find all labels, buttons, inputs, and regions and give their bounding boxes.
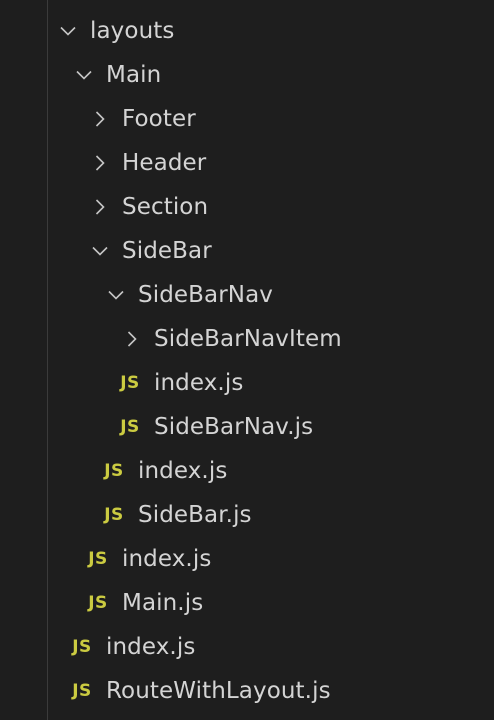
tree-folder-section[interactable]: Section bbox=[0, 185, 494, 229]
tree-item-label: Main.js bbox=[122, 590, 204, 616]
tree-folder-footer[interactable]: Footer bbox=[0, 97, 494, 141]
tree-item-label: RouteWithLayout.js bbox=[106, 678, 331, 704]
tree-folder-sidebarnav[interactable]: SideBarNav bbox=[0, 273, 494, 317]
chevron-right-icon bbox=[120, 317, 144, 361]
tree-file-main-index-js[interactable]: JS index.js bbox=[0, 537, 494, 581]
js-file-icon: JS bbox=[88, 593, 108, 613]
chevron-down-icon bbox=[104, 273, 128, 317]
chevron-right-icon bbox=[88, 185, 112, 229]
tree-item-label: SideBarNav bbox=[138, 282, 273, 308]
tree-file-routewithlayout-js[interactable]: JS RouteWithLayout.js bbox=[0, 669, 494, 713]
tree-file-sidebar-index-js[interactable]: JS index.js bbox=[0, 449, 494, 493]
tree-file-sidebar-js[interactable]: JS SideBar.js bbox=[0, 493, 494, 537]
tree-item-label: Section bbox=[122, 194, 209, 220]
chevron-down-icon bbox=[88, 229, 112, 273]
tree-item-label: SideBar bbox=[122, 238, 212, 264]
js-file-icon: JS bbox=[104, 505, 124, 525]
js-file-icon: JS bbox=[104, 461, 124, 481]
tree-item-label: Header bbox=[122, 150, 207, 176]
tree-folder-main[interactable]: Main bbox=[0, 53, 494, 97]
js-file-icon: JS bbox=[120, 417, 140, 437]
file-explorer-tree: layouts Main Footer Header Section SideB… bbox=[0, 0, 494, 720]
tree-item-label: index.js bbox=[138, 458, 228, 484]
chevron-right-icon bbox=[88, 97, 112, 141]
tree-item-label: Main bbox=[106, 62, 162, 88]
js-file-icon: JS bbox=[88, 549, 108, 569]
tree-item-label: layouts bbox=[90, 18, 175, 44]
js-file-icon: JS bbox=[72, 681, 92, 701]
tree-file-main-js[interactable]: JS Main.js bbox=[0, 581, 494, 625]
tree-file-sidebarnav-js[interactable]: JS SideBarNav.js bbox=[0, 405, 494, 449]
tree-file-sidebarnav-index-js[interactable]: JS index.js bbox=[0, 361, 494, 405]
js-file-icon: JS bbox=[72, 637, 92, 657]
tree-item-label: index.js bbox=[106, 634, 196, 660]
tree-folder-sidebar[interactable]: SideBar bbox=[0, 229, 494, 273]
chevron-down-icon bbox=[56, 9, 80, 53]
chevron-down-icon bbox=[72, 53, 96, 97]
tree-folder-sidebarnavitem[interactable]: SideBarNavItem bbox=[0, 317, 494, 361]
tree-folder-layouts[interactable]: layouts bbox=[0, 9, 494, 53]
tree-item-label: index.js bbox=[154, 370, 244, 396]
tree-item-label: SideBarNav.js bbox=[154, 414, 314, 440]
tree-item-label: Footer bbox=[122, 106, 196, 132]
chevron-right-icon bbox=[88, 141, 112, 185]
tree-item-label: index.js bbox=[122, 546, 212, 572]
tree-folder-header[interactable]: Header bbox=[0, 141, 494, 185]
tree-item-label: SideBar.js bbox=[138, 502, 252, 528]
js-file-icon: JS bbox=[120, 373, 140, 393]
tree-item-label: SideBarNavItem bbox=[154, 326, 342, 352]
tree-file-layouts-index-js[interactable]: JS index.js bbox=[0, 625, 494, 669]
